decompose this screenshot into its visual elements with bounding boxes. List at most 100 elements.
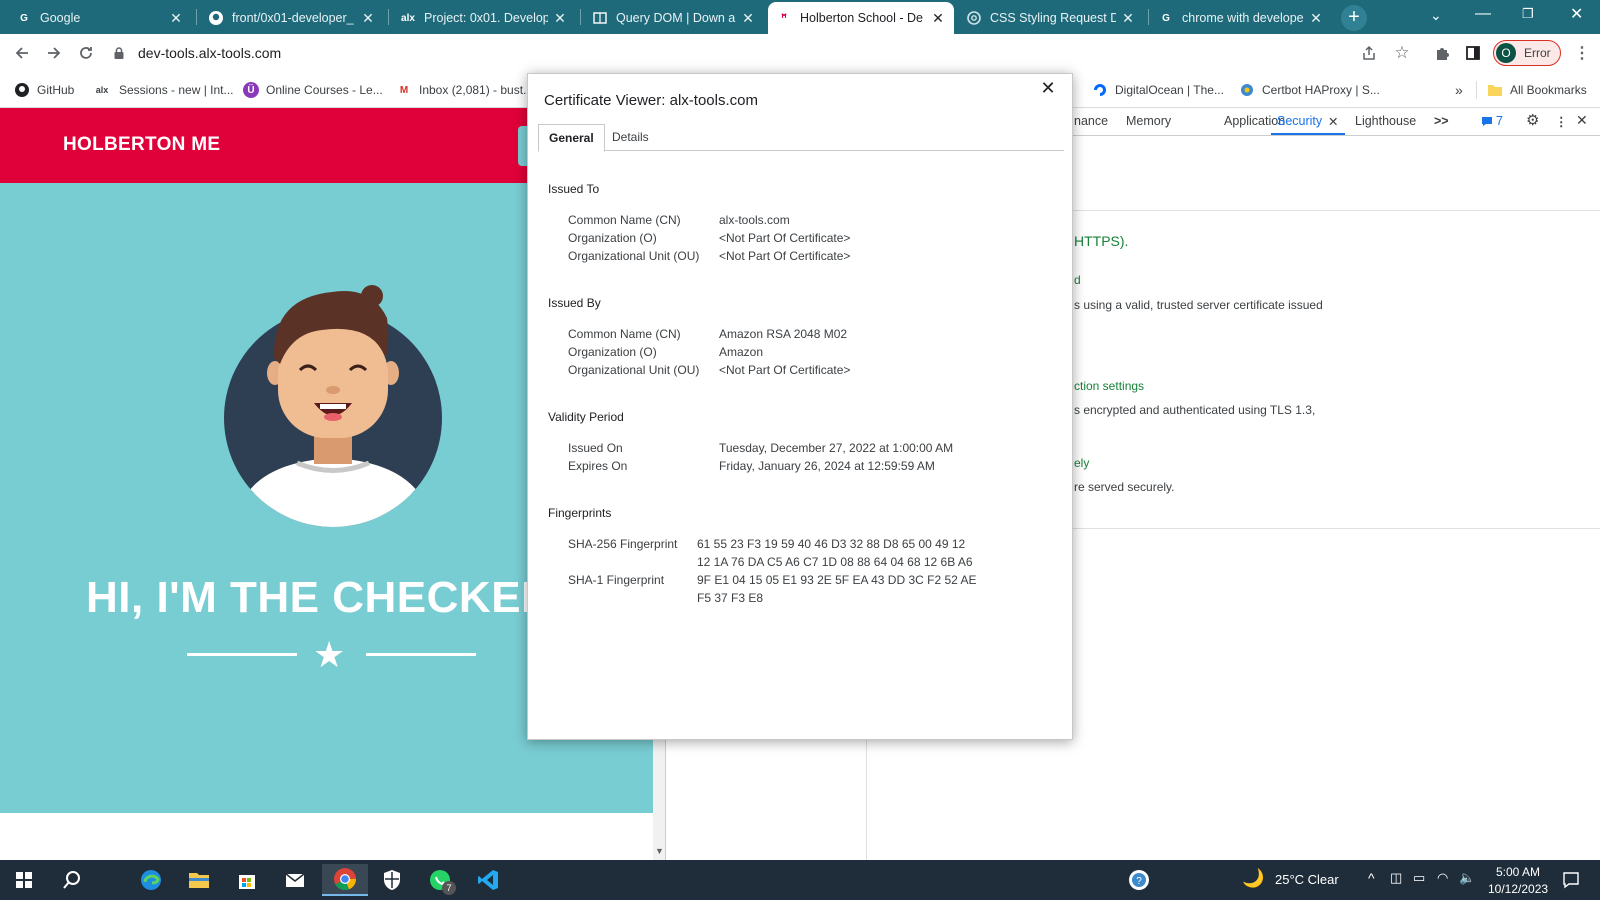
profile-error-button[interactable]: O Error [1493, 40, 1561, 66]
certbot-icon [1239, 82, 1255, 98]
store-icon[interactable] [231, 864, 263, 896]
tab-memory[interactable]: Memory [1126, 114, 1171, 128]
extensions-puzzle-icon[interactable] [1430, 41, 1454, 65]
close-tab-icon[interactable]: ✕ [740, 10, 756, 27]
tab-search-icon[interactable]: ⌄ [1430, 7, 1442, 24]
new-tab-button[interactable]: + [1341, 5, 1367, 31]
tab-github[interactable]: front/0x01-developer_ ✕ [200, 2, 384, 34]
file-explorer-icon[interactable] [183, 864, 215, 896]
window-close-button[interactable]: ✕ [1570, 4, 1583, 24]
back-arrow-icon [15, 47, 28, 59]
search-icon[interactable] [56, 864, 88, 896]
tab-performance[interactable]: nance [1074, 114, 1108, 128]
bookmark-certbot[interactable]: Certbot HAProxy | S... [1239, 80, 1380, 100]
reload-icon [80, 47, 92, 59]
tab-query-dom[interactable]: Query DOM | Down an ✕ [584, 2, 764, 34]
windows-start-icon[interactable] [8, 864, 40, 896]
weather-moon-icon[interactable]: 🌙 [1242, 868, 1264, 889]
whatsapp-icon[interactable]: 7 [424, 864, 456, 896]
address-bar[interactable]: dev-tools.alx-tools.com [112, 38, 1338, 68]
issues-counter[interactable]: 7 [1481, 114, 1503, 128]
chrome-icon[interactable] [322, 864, 368, 896]
camera-icon[interactable]: ◫ [1390, 870, 1402, 886]
field-value: 9F E1 04 15 05 E1 93 2E 5F EA 43 DD 3C F… [697, 573, 977, 587]
star-icon: ★ [313, 634, 346, 675]
bookmark-digitalocean[interactable]: DigitalOcean | The... [1092, 80, 1224, 100]
back-button[interactable] [10, 41, 34, 65]
edge-icon[interactable] [135, 864, 167, 896]
wifi-icon[interactable]: ◠ [1437, 870, 1448, 886]
section-heading: Issued To [548, 182, 600, 196]
site-brand[interactable]: HOLBERTON ME [63, 134, 220, 156]
share-icon[interactable] [1357, 41, 1381, 65]
side-panel-icon[interactable] [1461, 41, 1485, 65]
field-value: Friday, January 26, 2024 at 12:59:59 AM [719, 459, 935, 473]
tab-lighthouse[interactable]: Lighthouse [1355, 114, 1416, 128]
section-heading: Fingerprints [548, 506, 612, 520]
lock-icon[interactable] [112, 46, 126, 60]
bookmark-gmail[interactable]: M Inbox (2,081) - bust... [396, 80, 533, 100]
close-tab-icon[interactable]: ✕ [1308, 10, 1324, 27]
profile-status: Error [1524, 46, 1551, 60]
google-icon: G [1162, 12, 1170, 24]
tab-general[interactable]: General [538, 124, 605, 152]
bookmark-star-icon[interactable]: ☆ [1390, 41, 1414, 65]
tab-alx-project[interactable]: alx Project: 0x01. Develop ✕ [392, 2, 576, 34]
bookmark-online-courses[interactable]: Ü Online Courses - Le... [243, 80, 383, 100]
openai-icon [966, 10, 982, 26]
close-tab-icon[interactable]: ✕ [1120, 10, 1136, 27]
weather-text[interactable]: 25°C Clear [1275, 872, 1339, 887]
close-tab-icon[interactable]: ✕ [168, 10, 184, 27]
forward-button[interactable] [42, 41, 66, 65]
more-tabs-button[interactable]: >> [1434, 114, 1449, 128]
field-label: Organizational Unit (OU) [568, 249, 700, 263]
tab-holberton-active[interactable]: ꟸ Holberton School - De ✕ [768, 2, 954, 34]
bookmark-github[interactable]: GitHub [14, 80, 74, 100]
clock-time[interactable]: 5:00 AM [1494, 865, 1542, 879]
close-security-tab-icon[interactable]: ✕ [1328, 114, 1338, 129]
tab-application[interactable]: Application [1224, 114, 1285, 128]
battery-icon[interactable]: ▭ [1413, 870, 1425, 886]
close-tab-icon[interactable]: ✕ [930, 10, 946, 27]
bookmarks-overflow-button[interactable]: » [1455, 80, 1463, 100]
shield-icon[interactable] [376, 864, 408, 896]
bookmark-all-bookmarks[interactable]: All Bookmarks [1487, 80, 1587, 100]
restore-button[interactable]: ❐ [1522, 6, 1534, 22]
scroll-down-icon[interactable]: ▼ [655, 846, 664, 856]
tab-css-styling[interactable]: CSS Styling Request D ✕ [958, 2, 1144, 34]
dialog-tab-bar: General Details [538, 124, 1064, 152]
settings-gear-icon[interactable]: ⚙ [1526, 111, 1539, 129]
tab-details[interactable]: Details [602, 124, 659, 151]
minimize-button[interactable]: — [1475, 5, 1491, 23]
volume-icon[interactable]: 🔈 [1459, 870, 1475, 886]
close-tab-icon[interactable]: ✕ [552, 10, 568, 27]
field-label: Common Name (CN) [568, 327, 681, 341]
tab-chrome-devtools[interactable]: G chrome with develope ✕ [1150, 2, 1332, 34]
udemy-icon: Ü [243, 82, 259, 98]
bookmarks-divider [1476, 81, 1477, 99]
holberton-icon: ꟸ [781, 12, 787, 24]
close-tab-icon[interactable]: ✕ [360, 10, 376, 27]
section-heading: Issued By [548, 296, 601, 310]
chrome-menu-icon[interactable]: ⋮ [1570, 41, 1594, 65]
devtools-menu-icon[interactable]: ⋮ [1555, 114, 1568, 129]
field-value: 12 1A 76 DA C5 A6 C7 1D 08 88 64 04 68 1… [697, 555, 973, 569]
clock-date[interactable]: 10/12/2023 [1488, 882, 1548, 896]
bookmark-sessions[interactable]: alx Sessions - new | Int... [92, 80, 234, 100]
vscode-icon[interactable] [472, 864, 504, 896]
tab-google[interactable]: G Google ✕ [8, 2, 192, 34]
mail-icon[interactable] [279, 864, 311, 896]
close-devtools-icon[interactable]: ✕ [1576, 112, 1588, 129]
hero-divider-right [366, 653, 476, 656]
field-value: Amazon [719, 345, 764, 359]
reload-button[interactable] [74, 41, 98, 65]
dialog-close-button[interactable]: ✕ [1038, 78, 1058, 98]
help-icon[interactable]: ? [1123, 864, 1155, 896]
notification-icon[interactable] [1555, 864, 1587, 896]
windows-taskbar: 7 ? 🌙 25°C Clear ^ ◫ ▭ ◠ 🔈 5:00 AM 10/12… [0, 860, 1600, 900]
tray-overflow-icon[interactable]: ^ [1368, 870, 1375, 886]
browser-toolbar: dev-tools.alx-tools.com ☆ O Error ⋮ [0, 34, 1600, 72]
tab-security[interactable]: Security [1277, 114, 1322, 128]
field-label: SHA-256 Fingerprint [568, 537, 678, 551]
field-value: alx-tools.com [719, 213, 790, 227]
